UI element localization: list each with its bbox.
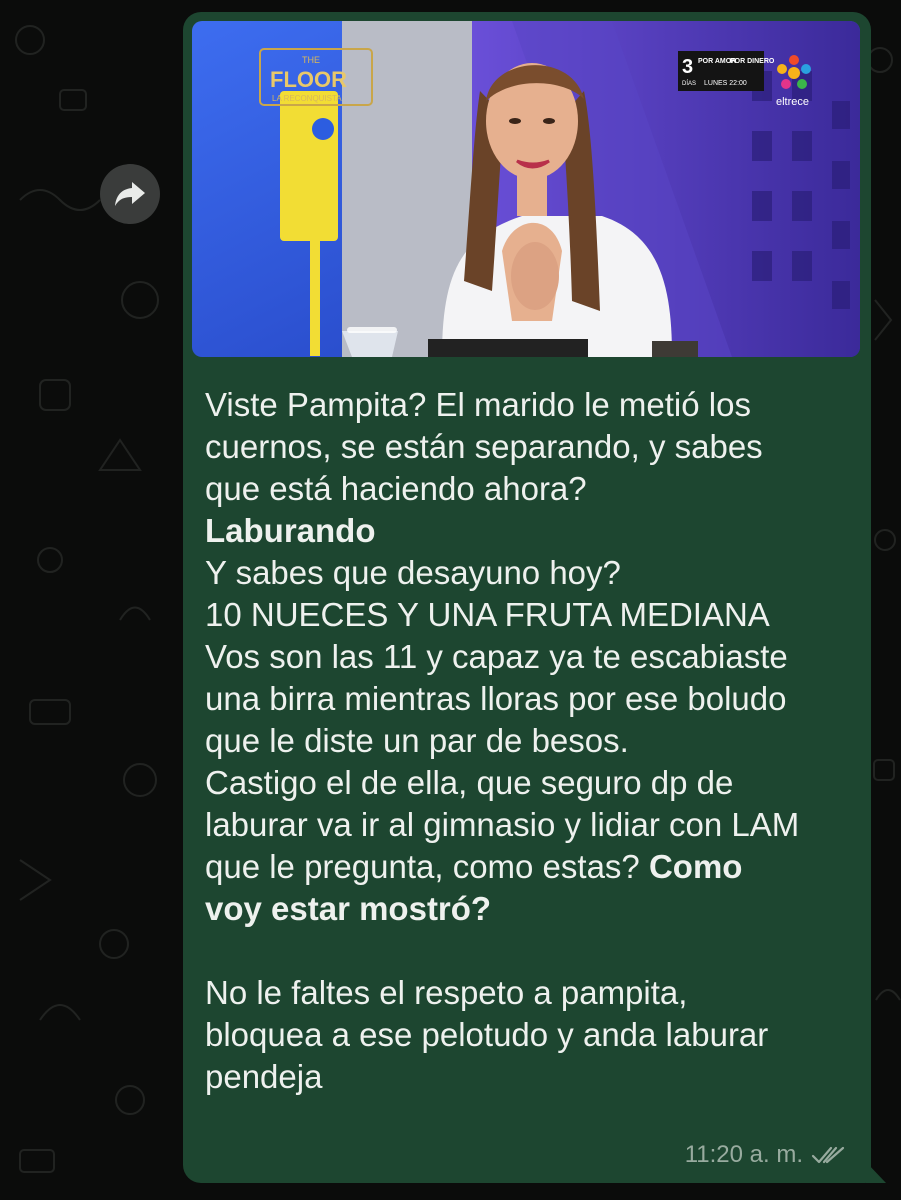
water-glass [342,327,398,357]
message-line-11: laburar va ir al gimnasio y lidiar con L… [205,806,800,843]
tv-screenshot: THE FLOOR LA RECONQUISTA 3 DÍAS POR AMOR… [192,21,860,357]
message-line-2: cuernos, se están separando, y sabes [205,428,763,465]
message-line-17: pendeja [205,1058,323,1095]
message-line-4: Laburando [205,512,376,549]
message-meta: 11:20 a. m. [685,1141,845,1169]
message-image[interactable]: THE FLOOR LA RECONQUISTA 3 DÍAS POR AMOR… [192,21,860,357]
message-line-1: Viste Pampita? El marido le metió los [205,386,751,423]
message-line-12-bold: Como [648,848,743,885]
message-bubble[interactable]: THE FLOOR LA RECONQUISTA 3 DÍAS POR AMOR… [183,12,871,1183]
message-line-5: Y sabes que desayuno hoy? [205,554,621,591]
message-line-13: voy estar mostró? [205,890,492,927]
show-logo-top: THE [302,55,320,65]
message-line-15: No le faltes el respeto a pampita, [205,974,688,1011]
show-logo-main: FLOOR [270,67,347,92]
forward-arrow-icon [115,182,145,206]
promo-badge: 3 DÍAS POR AMOR POR DINERO LUNES 22:00 [678,51,775,91]
promo-schedule: LUNES 22:00 [704,80,747,87]
message-line-6: 10 NUECES Y UNA FRUTA MEDIANA [205,596,770,633]
promo-days: DÍAS [682,80,696,87]
forward-button[interactable] [100,164,160,224]
message-line-3: que está haciendo ahora? [205,470,587,507]
message-bubble-tail [866,1162,886,1183]
show-logo-sub: LA RECONQUISTA [272,94,342,103]
promo-title-2: POR DINERO [730,58,775,65]
double-check-icon [811,1146,845,1164]
channel-name: eltrece [776,96,809,108]
promo-number: 3 [682,56,693,78]
message-line-12: que le pregunta, como estas? Como [205,846,845,888]
message-line-16: bloquea a ese pelotudo y anda laburar [205,1016,769,1053]
message-text: Viste Pampita? El marido le metió los cu… [205,384,845,1098]
message-line-14 [205,930,845,972]
message-line-8: una birra mientras lloras por ese boludo [205,680,787,717]
message-time: 11:20 a. m. [684,1141,803,1168]
message-line-7: Vos son las 11 y capaz ya te escabiaste [205,638,788,675]
message-line-10: Castigo el de ella, que seguro dp de [205,764,734,801]
message-line-9: que le diste un par de besos. [205,722,629,759]
message-line-12-regular: que le pregunta, como estas? [205,848,640,885]
